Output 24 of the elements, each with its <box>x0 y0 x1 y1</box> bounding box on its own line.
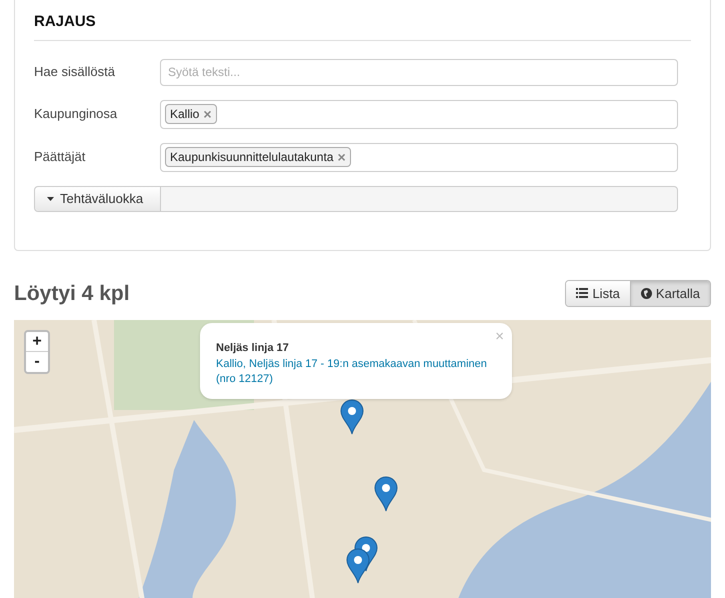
list-icon <box>576 288 588 298</box>
map-marker-icon[interactable] <box>374 476 398 512</box>
popup-title: Neljäs linja 17 <box>216 341 290 356</box>
map[interactable]: + - × Neljäs linja 17 Kallio, Neljäs linja 17 - 19:n asemakaavan muuttaminen (nro 12127) <box>14 320 711 598</box>
map-marker-icon[interactable] <box>346 548 370 584</box>
field-label: Kaupunginosa <box>34 105 118 124</box>
view-toggle-tab[interactable]: Lista <box>566 280 630 306</box>
zoom-out-button[interactable]: - <box>26 352 48 372</box>
results-heading: Löytyi 4 kpl <box>14 280 130 306</box>
tag-field[interactable]: Kallio × <box>160 100 678 128</box>
zoom-in-button[interactable]: + <box>26 332 48 352</box>
tag-field[interactable]: Kaupunkisuunnittelulautakunta × <box>160 142 678 172</box>
field-label: Hae sisällöstä <box>34 63 116 82</box>
caret-icon <box>47 196 54 200</box>
panel-title: RAJAUS <box>34 12 97 32</box>
field-label: Päättäjät <box>34 148 86 166</box>
category-button[interactable]: Tehtäväluokka <box>35 186 161 210</box>
globe-icon <box>640 288 652 299</box>
view-toggle-tab[interactable]: Kartalla <box>630 280 710 306</box>
tag-label: Kaupunkisuunnittelulautakunta <box>170 149 334 166</box>
tag-label: Kallio <box>170 106 200 123</box>
search-field[interactable]: Syötä teksti... <box>160 58 678 86</box>
popup-link[interactable]: Kallio, Neljäs linja 17 - 19:n asemakaavan muuttaminen (nro 12127) <box>216 356 496 386</box>
map-marker-icon[interactable] <box>340 399 364 435</box>
